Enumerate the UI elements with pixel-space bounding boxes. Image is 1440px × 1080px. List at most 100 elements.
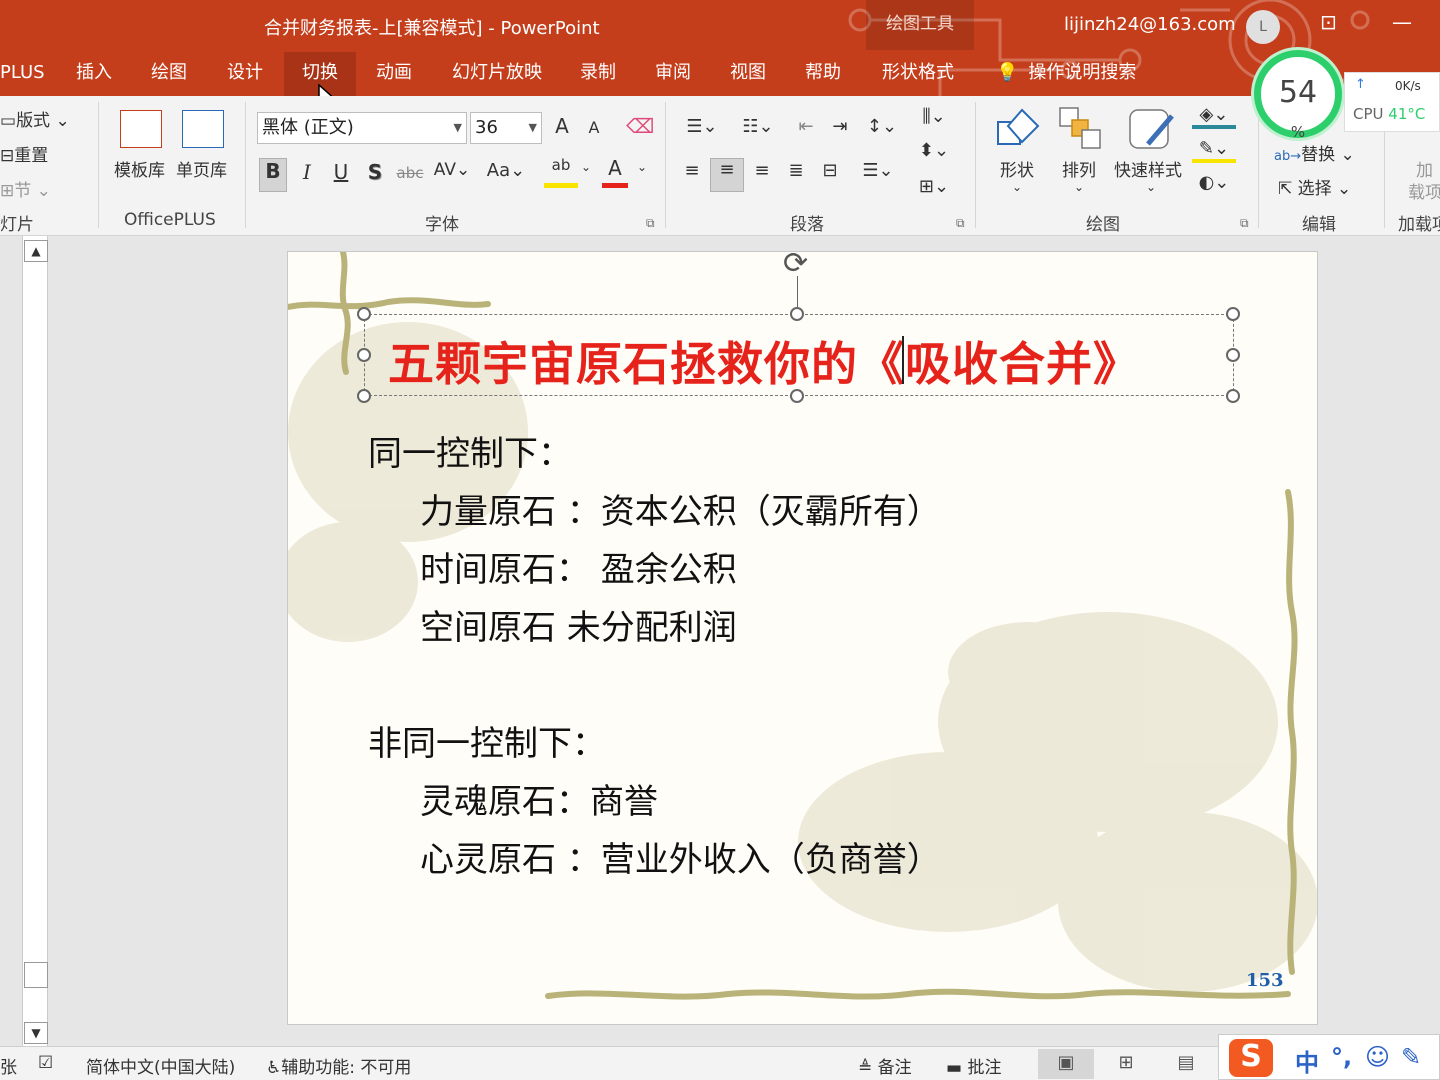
arrange-icon[interactable] bbox=[1058, 106, 1102, 150]
font-name-combo[interactable]: 黑体 (正文) ▼ bbox=[257, 112, 467, 144]
tab-design[interactable]: 设计 bbox=[227, 52, 263, 96]
highlight-color-icon[interactable]: ab bbox=[544, 156, 578, 188]
shrink-font-button[interactable]: A bbox=[584, 118, 604, 137]
smartart-icon[interactable]: ⊞⌄ bbox=[912, 176, 956, 197]
performance-monitor-widget[interactable]: 54% ↑ 0K/s CPU 41°C bbox=[1250, 44, 1440, 144]
normal-view-icon[interactable]: ▣ bbox=[1038, 1049, 1094, 1079]
layout-button[interactable]: ▭版式 ⌄ bbox=[0, 106, 70, 131]
resize-handle[interactable] bbox=[357, 307, 371, 321]
notes-button[interactable]: ≜ 备注 bbox=[858, 1053, 912, 1078]
change-case-button[interactable]: Aa⌄ bbox=[484, 160, 528, 181]
grow-font-button[interactable]: A bbox=[550, 114, 574, 138]
quick-styles-icon[interactable] bbox=[1128, 106, 1176, 152]
chevron-down-icon[interactable]: ⌄ bbox=[634, 160, 650, 174]
chevron-down-icon[interactable]: ⌄ bbox=[1074, 180, 1084, 194]
tab-view[interactable]: 视图 bbox=[730, 52, 766, 96]
align-left-icon[interactable]: ≡ bbox=[678, 160, 706, 181]
resize-handle[interactable] bbox=[1226, 389, 1240, 403]
tab-officeplus[interactable]: PLUS bbox=[0, 52, 45, 96]
rotate-handle-icon[interactable]: ⟳ bbox=[783, 252, 808, 281]
align-center-icon[interactable]: ≡ bbox=[710, 158, 744, 192]
resize-handle[interactable] bbox=[790, 307, 804, 321]
font-dialog-launcher-icon[interactable]: ⧉ bbox=[646, 216, 655, 231]
tab-shape-format[interactable]: 形状格式 bbox=[882, 52, 954, 96]
font-color-icon[interactable]: A bbox=[602, 156, 628, 188]
bullets-icon[interactable]: ☰⌄ bbox=[680, 116, 724, 137]
emoji-icon[interactable]: ☺ bbox=[1365, 1043, 1390, 1071]
shape-effects-icon[interactable]: ◐⌄ bbox=[1192, 172, 1236, 193]
shadow-button[interactable]: S bbox=[364, 160, 386, 184]
ribbon-display-options-icon[interactable]: ⊡ bbox=[1320, 10, 1337, 34]
scrollbar-thumb[interactable] bbox=[24, 962, 48, 988]
single-page-library-icon[interactable] bbox=[182, 110, 224, 148]
tell-me-search[interactable]: 💡 操作说明搜索 bbox=[996, 52, 1136, 96]
scroll-up-icon[interactable]: ▲ bbox=[24, 240, 48, 262]
drawing-dialog-launcher-icon[interactable]: ⧉ bbox=[1240, 216, 1249, 231]
body-line-soul-stone[interactable]: 灵魂原石：商誉 bbox=[420, 774, 658, 823]
scroll-down-icon[interactable]: ▼ bbox=[24, 1022, 48, 1044]
template-library-icon[interactable] bbox=[120, 110, 162, 148]
italic-button[interactable]: I bbox=[296, 160, 318, 184]
sogou-logo-icon[interactable]: S bbox=[1229, 1039, 1273, 1077]
body-line-time-stone[interactable]: 时间原石： 盈余公积 bbox=[420, 542, 737, 591]
shape-outline-icon[interactable]: ✎⌄ bbox=[1192, 138, 1236, 163]
line-spacing-icon[interactable]: ↕⌄ bbox=[860, 116, 904, 137]
tab-insert[interactable]: 插入 bbox=[76, 52, 112, 96]
character-spacing-button[interactable]: AV⌄ bbox=[432, 160, 472, 180]
tab-slideshow[interactable]: 幻灯片放映 bbox=[452, 52, 542, 96]
accessibility-status[interactable]: ♿辅助功能: 不可用 bbox=[266, 1053, 411, 1078]
shape-fill-icon[interactable]: ◈⌄ bbox=[1192, 104, 1236, 129]
paragraph-dialog-launcher-icon[interactable]: ⧉ bbox=[956, 216, 965, 231]
text-direction-icon[interactable]: ⫼⌄ bbox=[912, 106, 956, 127]
spell-check-icon[interactable]: ☑ bbox=[38, 1053, 53, 1073]
body-heading-common-control[interactable]: 同一控制下： bbox=[368, 426, 572, 475]
slide-canvas[interactable]: ⟳ 五颗宇宙原石拯救你的《吸收合并》 同一控制下： 力量原石 ：资本公积（灭霸所… bbox=[287, 251, 1318, 1025]
resize-handle[interactable] bbox=[1226, 307, 1240, 321]
tab-review[interactable]: 审阅 bbox=[655, 52, 691, 96]
minimize-icon[interactable]: — bbox=[1392, 10, 1412, 34]
bold-button[interactable]: B bbox=[259, 158, 287, 192]
section-button[interactable]: ⊞节 ⌄ bbox=[0, 176, 51, 201]
ime-toolbar[interactable]: S 中 °, ☺ ✎ bbox=[1218, 1034, 1440, 1080]
single-page-library-button[interactable]: 单页库 bbox=[176, 156, 227, 181]
pen-icon[interactable]: ✎ bbox=[1401, 1043, 1421, 1071]
tab-record[interactable]: 录制 bbox=[580, 52, 616, 96]
align-text-icon[interactable]: ⬍⌄ bbox=[912, 140, 956, 161]
tab-draw[interactable]: 绘图 bbox=[151, 52, 187, 96]
resize-handle[interactable] bbox=[1226, 348, 1240, 362]
tab-help[interactable]: 帮助 bbox=[805, 52, 841, 96]
body-line-mind-stone[interactable]: 心灵原石 ：营业外收入（负商誉） bbox=[420, 832, 941, 881]
arrange-button[interactable]: 排列 bbox=[1062, 156, 1096, 181]
font-size-combo[interactable]: 36 ▼ bbox=[470, 112, 542, 144]
distributed-icon[interactable]: ⊟ bbox=[816, 160, 844, 181]
template-library-button[interactable]: 模板库 bbox=[114, 156, 165, 181]
punctuation-mode-icon[interactable]: °, bbox=[1331, 1043, 1352, 1071]
tab-animations[interactable]: 动画 bbox=[376, 52, 412, 96]
avatar[interactable]: L bbox=[1246, 10, 1280, 44]
comments-button[interactable]: ▬ 批注 bbox=[946, 1053, 1001, 1078]
chevron-down-icon[interactable]: ⌄ bbox=[1146, 180, 1156, 194]
reading-view-icon[interactable]: ▤ bbox=[1158, 1049, 1214, 1079]
strikethrough-button[interactable]: abc bbox=[396, 164, 424, 182]
addins-button-line2[interactable]: 载项 bbox=[1408, 178, 1440, 203]
clear-formatting-icon[interactable]: ⌫ bbox=[626, 114, 654, 138]
shapes-button[interactable]: 形状 bbox=[1000, 156, 1034, 181]
numbering-icon[interactable]: ☷⌄ bbox=[736, 116, 780, 137]
shapes-icon[interactable] bbox=[994, 106, 1042, 150]
align-right-icon[interactable]: ≡ bbox=[748, 160, 776, 181]
decrease-indent-icon[interactable]: ⇤ bbox=[792, 116, 820, 137]
body-line-space-stone[interactable]: 空间原石 未分配利润 bbox=[420, 600, 737, 649]
underline-button[interactable]: U bbox=[330, 160, 352, 184]
language-indicator[interactable]: 简体中文(中国大陆) bbox=[86, 1053, 235, 1078]
chevron-down-icon[interactable]: ⌄ bbox=[1012, 180, 1022, 194]
quick-styles-button[interactable]: 快速样式 bbox=[1114, 156, 1182, 181]
columns-icon[interactable]: ☰⌄ bbox=[856, 160, 900, 181]
justify-icon[interactable]: ≣ bbox=[782, 160, 810, 181]
reset-button[interactable]: ⊟重置 bbox=[0, 141, 48, 166]
increase-indent-icon[interactable]: ⇥ bbox=[826, 116, 854, 137]
chevron-down-icon[interactable]: ⌄ bbox=[578, 160, 594, 174]
resize-handle[interactable] bbox=[357, 389, 371, 403]
slide-sorter-view-icon[interactable]: ⊞ bbox=[1098, 1049, 1154, 1079]
thumbnail-scrollbar[interactable] bbox=[22, 236, 48, 1046]
slide-title[interactable]: 五颗宇宙原石拯救你的《吸收合并》 bbox=[388, 328, 1140, 394]
